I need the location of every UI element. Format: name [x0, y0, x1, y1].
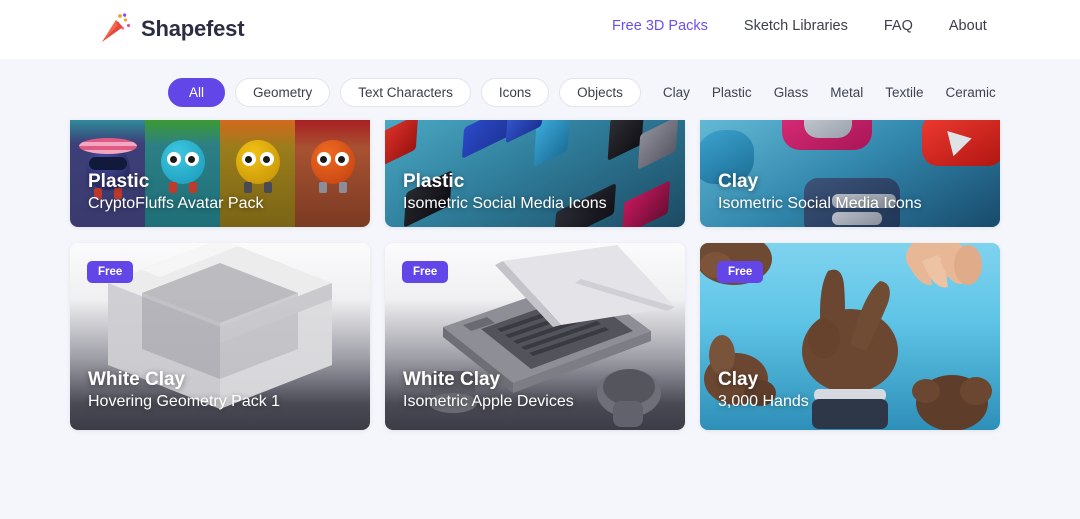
nav-link-free-3d-packs[interactable]: Free 3D Packs	[612, 18, 708, 34]
card-caption: White Clay Isometric Apple Devices	[403, 368, 574, 412]
card-name: Isometric Social Media Icons	[718, 195, 922, 212]
pack-grid: Plastic CryptoFluffs Avatar Pack Plastic…	[70, 120, 1000, 430]
card-material: White Clay	[88, 369, 186, 390]
nav-link-about[interactable]: About	[949, 18, 987, 34]
card-material: Plastic	[403, 171, 465, 192]
card-material: Clay	[718, 369, 759, 390]
material-link-textile[interactable]: Textile	[885, 85, 923, 100]
free-badge[interactable]: Free	[402, 261, 449, 283]
card-name: Hovering Geometry Pack 1	[88, 393, 281, 410]
pack-card-clay-social-icons[interactable]: Clay Isometric Social Media Icons	[700, 120, 1000, 227]
card-material: White Clay	[403, 369, 501, 390]
nav-link-faq[interactable]: FAQ	[884, 18, 913, 34]
brand-name: Shapefest	[141, 16, 245, 41]
material-link-ceramic[interactable]: Ceramic	[945, 85, 995, 100]
card-name: 3,000 Hands	[718, 393, 809, 410]
party-popper-icon	[96, 11, 132, 47]
card-caption: Plastic CryptoFluffs Avatar Pack	[88, 170, 263, 214]
material-link-glass[interactable]: Glass	[774, 85, 809, 100]
filter-pill-text-characters[interactable]: Text Characters	[340, 78, 471, 107]
card-name: Isometric Social Media Icons	[403, 195, 607, 212]
brand-logo[interactable]: Shapefest	[96, 11, 245, 47]
filter-pill-objects[interactable]: Objects	[559, 78, 641, 107]
site-header: Shapefest Free 3D Packs Sketch Libraries…	[0, 0, 1080, 59]
card-name: Isometric Apple Devices	[403, 393, 574, 410]
nav-link-sketch-libraries[interactable]: Sketch Libraries	[744, 18, 848, 34]
main-nav: Free 3D Packs Sketch Libraries FAQ About	[612, 18, 987, 34]
filter-pill-geometry[interactable]: Geometry	[235, 78, 331, 107]
free-badge[interactable]: Free	[87, 261, 134, 283]
filter-pill-all[interactable]: All	[168, 78, 226, 107]
pack-row-1: Plastic CryptoFluffs Avatar Pack Plastic…	[70, 120, 1000, 227]
material-filter-list: Clay Plastic Glass Metal Textile Ceramic	[663, 85, 996, 100]
card-caption: White Clay Hovering Geometry Pack 1	[88, 368, 280, 412]
card-caption: Plastic Isometric Social Media Icons	[403, 170, 607, 214]
card-caption: Clay 3,000 Hands	[718, 368, 809, 412]
pack-row-2: Free White Clay Hovering Geometry Pack 1	[70, 243, 1000, 430]
pack-card-cryptofluffs[interactable]: Plastic CryptoFluffs Avatar Pack	[70, 120, 370, 227]
material-link-metal[interactable]: Metal	[830, 85, 863, 100]
card-material: Plastic	[88, 171, 150, 192]
card-material: Clay	[718, 171, 759, 192]
material-link-clay[interactable]: Clay	[663, 85, 690, 100]
pack-card-hovering-geometry[interactable]: Free White Clay Hovering Geometry Pack 1	[70, 243, 370, 430]
material-link-plastic[interactable]: Plastic	[712, 85, 752, 100]
card-caption: Clay Isometric Social Media Icons	[718, 170, 922, 214]
free-badge[interactable]: Free	[717, 261, 764, 283]
card-name: CryptoFluffs Avatar Pack	[88, 195, 264, 212]
pack-card-plastic-social-icons[interactable]: Plastic Isometric Social Media Icons	[385, 120, 685, 227]
pack-card-apple-devices[interactable]: Free White Clay Isometric Apple Devices	[385, 243, 685, 430]
pack-card-3000-hands[interactable]: Free Clay 3,000 Hands	[700, 243, 1000, 430]
filter-pill-icons[interactable]: Icons	[480, 78, 550, 107]
filter-bar: All Geometry Text Characters Icons Objec…	[168, 78, 996, 107]
